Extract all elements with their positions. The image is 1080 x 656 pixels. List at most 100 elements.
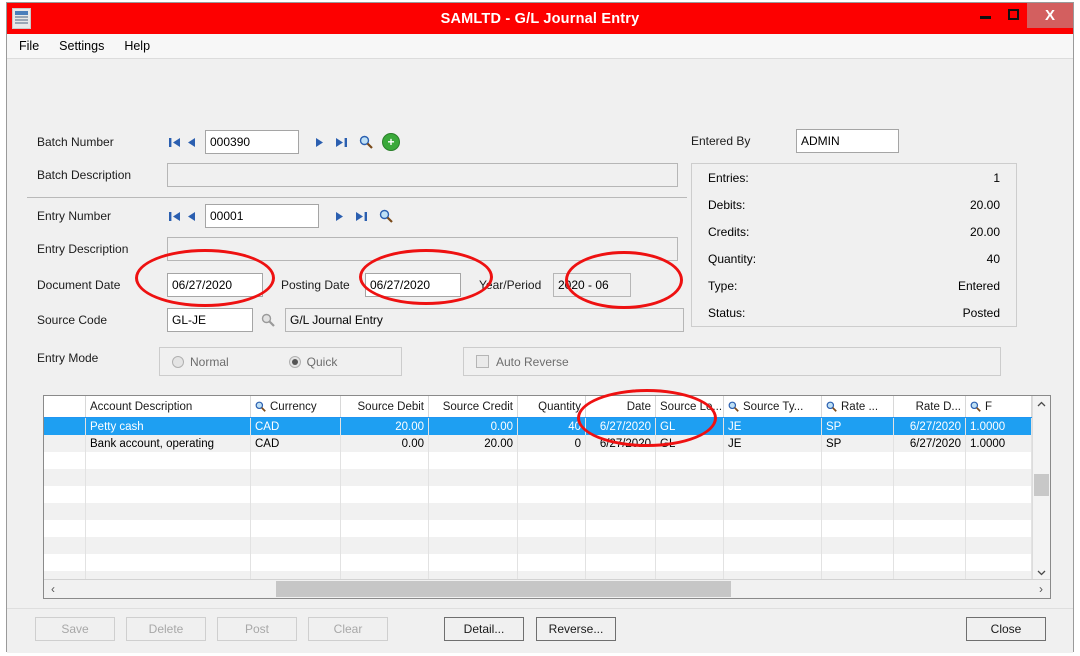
- table-cell[interactable]: [586, 469, 656, 486]
- table-cell[interactable]: GL: [656, 418, 724, 435]
- table-cell[interactable]: 6/27/2020: [894, 435, 966, 452]
- journal-detail-grid[interactable]: Account DescriptionCurrencySource DebitS…: [43, 395, 1051, 599]
- table-cell[interactable]: [44, 435, 86, 452]
- document-date-input[interactable]: [167, 273, 263, 297]
- table-cell[interactable]: [86, 503, 251, 520]
- table-row[interactable]: [44, 503, 1050, 520]
- entry-mode-normal-radio[interactable]: Normal: [172, 355, 229, 369]
- horizontal-scroll-thumb[interactable]: [276, 581, 731, 597]
- table-cell[interactable]: [44, 452, 86, 469]
- batch-previous-button[interactable]: [183, 133, 199, 151]
- table-cell[interactable]: [44, 486, 86, 503]
- table-row[interactable]: Petty cashCAD20.000.00406/27/2020GLJESP6…: [44, 418, 1050, 435]
- table-cell[interactable]: 1.0000: [966, 435, 1032, 452]
- table-cell[interactable]: CAD: [251, 435, 341, 452]
- batch-last-button[interactable]: [333, 133, 349, 151]
- table-cell[interactable]: [724, 469, 822, 486]
- delete-button[interactable]: Delete: [126, 617, 206, 641]
- source-code-input[interactable]: [167, 308, 253, 332]
- table-cell[interactable]: [429, 503, 518, 520]
- table-cell[interactable]: [966, 537, 1032, 554]
- table-cell[interactable]: [656, 469, 724, 486]
- grid-body[interactable]: Petty cashCAD20.000.00406/27/2020GLJESP6…: [44, 418, 1050, 588]
- grid-column-header-rate[interactable]: Rate ...: [822, 396, 894, 417]
- table-cell[interactable]: 1.0000: [966, 418, 1032, 435]
- table-row[interactable]: Bank account, operatingCAD0.0020.0006/27…: [44, 435, 1050, 452]
- table-cell[interactable]: [894, 503, 966, 520]
- table-cell[interactable]: [894, 486, 966, 503]
- table-cell[interactable]: [724, 520, 822, 537]
- table-cell[interactable]: [251, 503, 341, 520]
- table-cell[interactable]: [656, 537, 724, 554]
- table-cell[interactable]: [894, 452, 966, 469]
- entry-previous-button[interactable]: [183, 207, 199, 225]
- table-cell[interactable]: [44, 520, 86, 537]
- table-cell[interactable]: [822, 554, 894, 571]
- table-cell[interactable]: [251, 469, 341, 486]
- table-cell[interactable]: [341, 469, 429, 486]
- vertical-scroll-thumb[interactable]: [1034, 474, 1049, 496]
- table-cell[interactable]: [966, 486, 1032, 503]
- table-cell[interactable]: 0.00: [341, 435, 429, 452]
- table-cell[interactable]: [429, 452, 518, 469]
- table-cell[interactable]: Petty cash: [86, 418, 251, 435]
- table-cell[interactable]: [429, 554, 518, 571]
- table-cell[interactable]: [724, 503, 822, 520]
- column-finder-icon[interactable]: [255, 401, 266, 412]
- table-cell[interactable]: [586, 537, 656, 554]
- table-cell[interactable]: [586, 452, 656, 469]
- close-button[interactable]: Close: [966, 617, 1046, 641]
- table-cell[interactable]: [822, 537, 894, 554]
- minimize-button[interactable]: [971, 3, 999, 25]
- table-cell[interactable]: JE: [724, 418, 822, 435]
- table-cell[interactable]: SP: [822, 418, 894, 435]
- table-cell[interactable]: [44, 418, 86, 435]
- table-cell[interactable]: [341, 503, 429, 520]
- table-cell[interactable]: [822, 452, 894, 469]
- table-row[interactable]: [44, 554, 1050, 571]
- table-cell[interactable]: [251, 554, 341, 571]
- table-cell[interactable]: [86, 469, 251, 486]
- table-row[interactable]: [44, 469, 1050, 486]
- column-finder-icon[interactable]: [970, 401, 981, 412]
- table-cell[interactable]: 20.00: [429, 435, 518, 452]
- entry-finder-icon[interactable]: [377, 207, 395, 225]
- entry-next-button[interactable]: [331, 207, 347, 225]
- table-cell[interactable]: JE: [724, 435, 822, 452]
- grid-column-header-date[interactable]: Date: [586, 396, 656, 417]
- table-cell[interactable]: [586, 554, 656, 571]
- grid-column-header-account-description[interactable]: Account Description: [86, 396, 251, 417]
- scroll-left-icon[interactable]: ‹: [44, 580, 62, 598]
- table-cell[interactable]: [966, 452, 1032, 469]
- grid-vertical-scrollbar[interactable]: [1032, 396, 1050, 581]
- column-finder-icon[interactable]: [728, 401, 739, 412]
- table-cell[interactable]: [966, 469, 1032, 486]
- table-cell[interactable]: [251, 452, 341, 469]
- table-cell[interactable]: [822, 503, 894, 520]
- table-cell[interactable]: [724, 486, 822, 503]
- grid-column-header-quantity[interactable]: Quantity: [518, 396, 586, 417]
- entry-number-input[interactable]: [205, 204, 319, 228]
- table-cell[interactable]: [656, 486, 724, 503]
- menu-item-file[interactable]: File: [16, 38, 42, 54]
- table-cell[interactable]: [341, 486, 429, 503]
- grid-column-header-rate-d[interactable]: Rate D...: [894, 396, 966, 417]
- grid-column-header-source-le[interactable]: Source Le...: [656, 396, 724, 417]
- close-window-button[interactable]: X: [1027, 3, 1073, 28]
- source-code-description-input[interactable]: [285, 308, 684, 332]
- year-period-input[interactable]: [553, 273, 631, 297]
- scroll-right-icon[interactable]: ›: [1032, 580, 1050, 598]
- table-cell[interactable]: [341, 537, 429, 554]
- table-cell[interactable]: [341, 452, 429, 469]
- source-code-finder-icon[interactable]: [259, 311, 277, 329]
- clear-button[interactable]: Clear: [308, 617, 388, 641]
- table-cell[interactable]: [429, 537, 518, 554]
- table-cell[interactable]: [251, 537, 341, 554]
- table-cell[interactable]: [44, 554, 86, 571]
- table-cell[interactable]: 6/27/2020: [586, 435, 656, 452]
- save-button[interactable]: Save: [35, 617, 115, 641]
- table-cell[interactable]: Bank account, operating: [86, 435, 251, 452]
- table-cell[interactable]: [518, 452, 586, 469]
- table-cell[interactable]: [656, 520, 724, 537]
- table-cell[interactable]: [518, 537, 586, 554]
